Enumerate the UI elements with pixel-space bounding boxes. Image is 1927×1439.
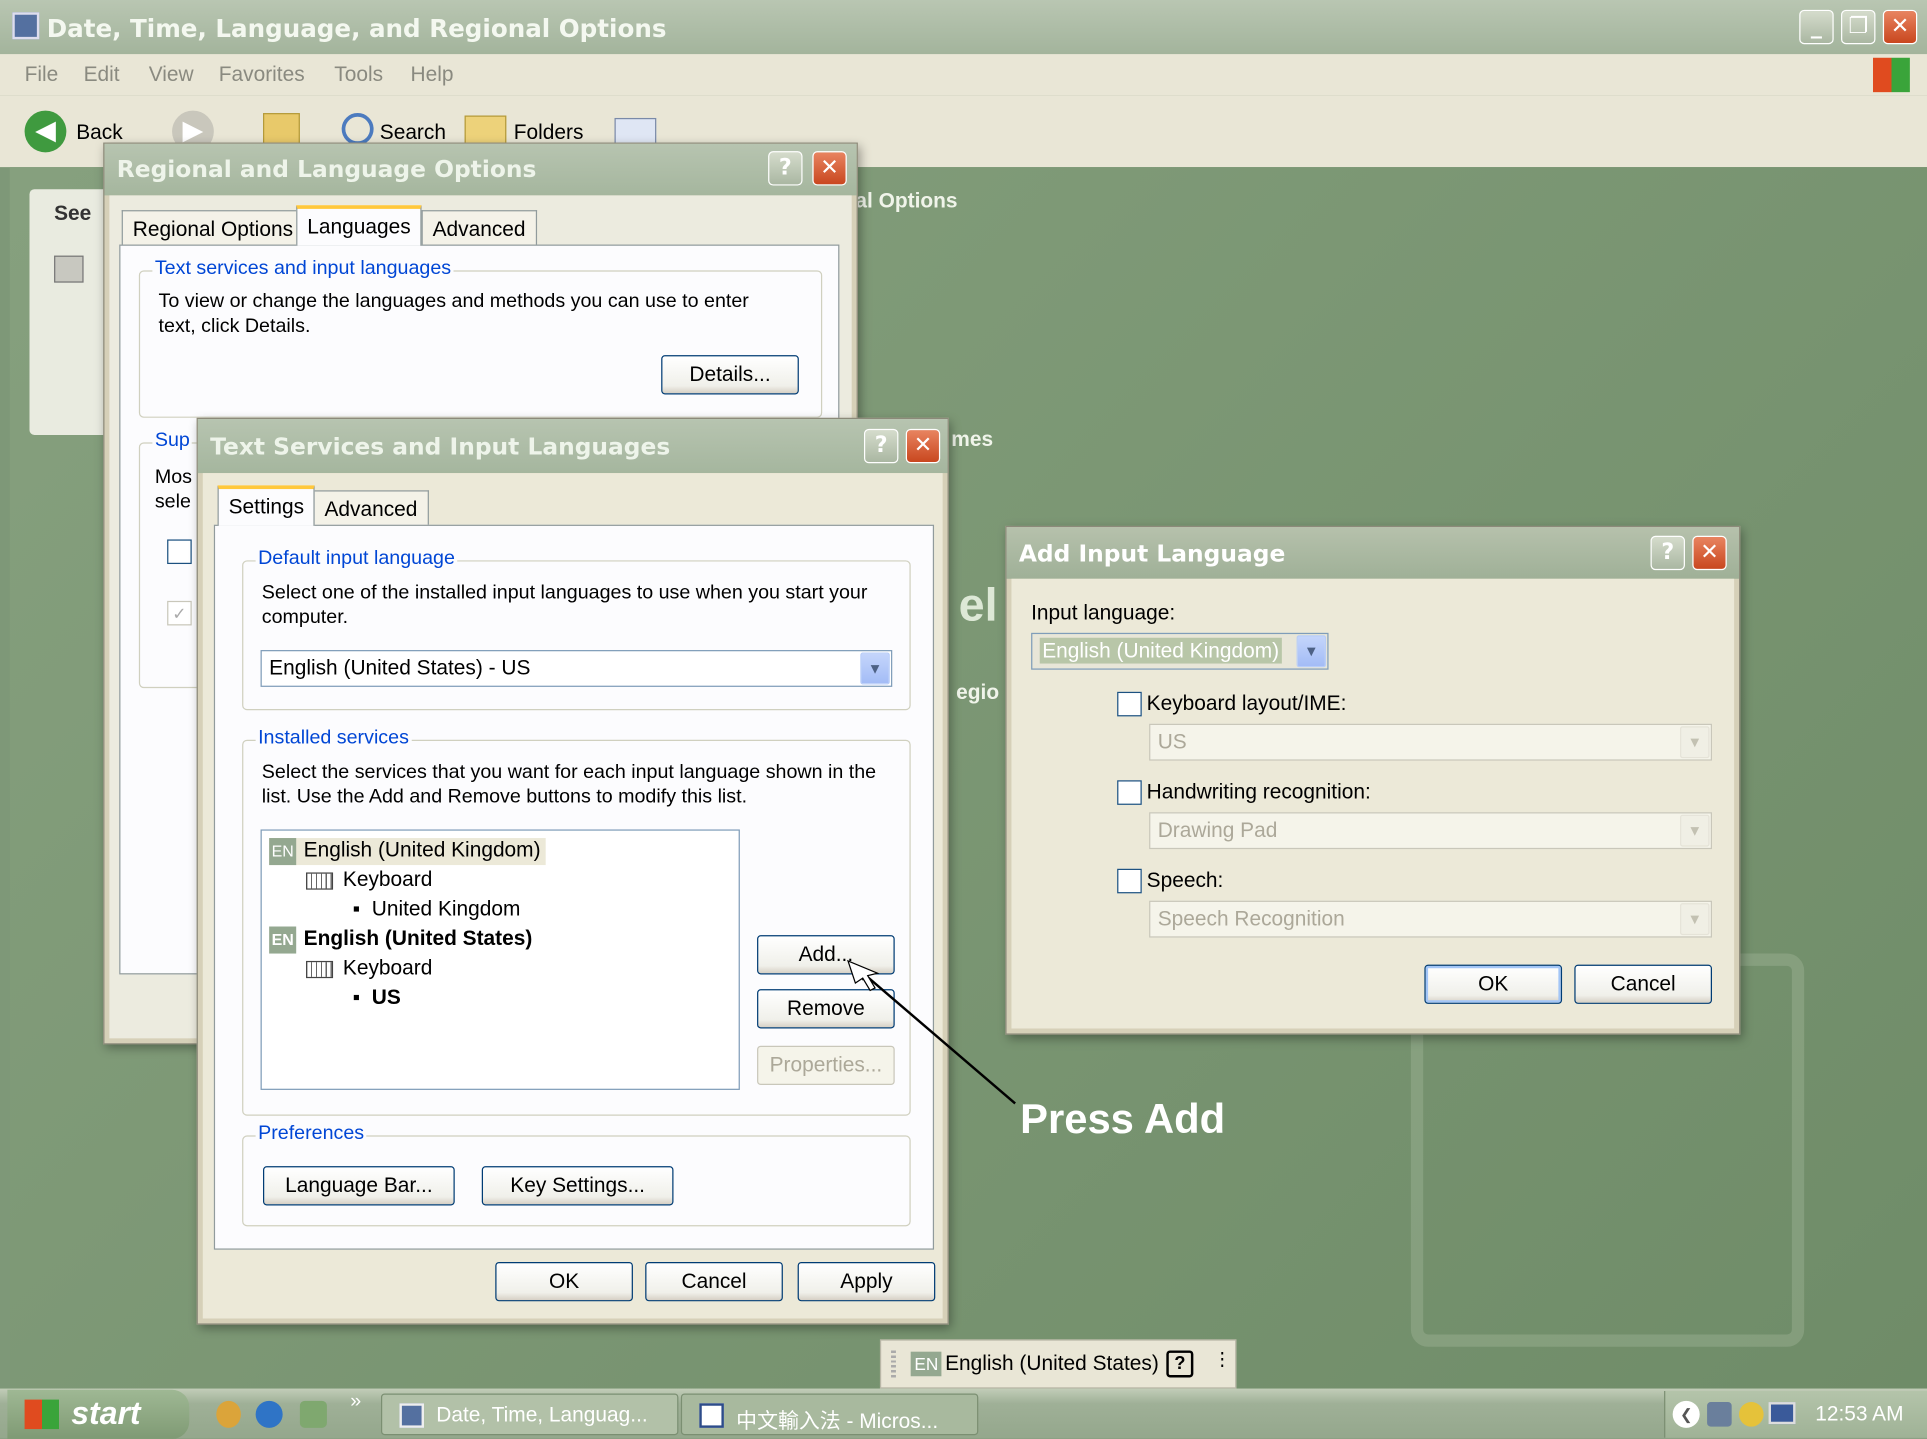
taskbar-task-explorer-label: Date, Time, Languag... bbox=[436, 1403, 648, 1427]
start-label: start bbox=[71, 1394, 141, 1432]
tab-languages[interactable]: Languages bbox=[296, 205, 422, 246]
language-bar-label[interactable]: English (United States) bbox=[945, 1352, 1159, 1377]
annotation-label: Press Add bbox=[1020, 1096, 1226, 1143]
folder-icon bbox=[399, 1403, 425, 1428]
taskbar-task-word[interactable]: 中文輸入法 - Micros... bbox=[680, 1393, 979, 1436]
taskbar-task-word-label: 中文輸入法 - Micros... bbox=[736, 1409, 939, 1433]
tab-settings[interactable]: Settings bbox=[217, 485, 316, 526]
help-icon[interactable]: ? bbox=[1166, 1350, 1194, 1378]
monitor-icon[interactable] bbox=[1768, 1402, 1796, 1425]
start-button[interactable]: start bbox=[7, 1389, 190, 1439]
system-tray: ❮ 12:53 AM bbox=[1664, 1391, 1927, 1438]
annotation-arrow bbox=[847, 959, 1016, 1105]
desktop: Date, Time, Language, and Regional Optio… bbox=[0, 0, 1927, 1439]
options-icon[interactable]: ⋮ bbox=[1213, 1348, 1231, 1370]
ie-icon[interactable] bbox=[255, 1400, 283, 1428]
tools-icon[interactable] bbox=[299, 1400, 327, 1428]
messenger-icon[interactable] bbox=[216, 1400, 241, 1428]
tray-expand-icon[interactable]: ❮ bbox=[1672, 1400, 1700, 1428]
windows-flag-icon bbox=[24, 1399, 59, 1430]
taskbar: start » Date, Time, Languag... 中文輸入法 - M… bbox=[0, 1388, 1927, 1439]
network-icon[interactable] bbox=[1739, 1402, 1764, 1427]
volume-icon[interactable] bbox=[1707, 1402, 1732, 1427]
taskbar-task-explorer[interactable]: Date, Time, Languag... bbox=[380, 1393, 679, 1436]
arrow-line bbox=[859, 969, 1016, 1105]
clock[interactable]: 12:53 AM bbox=[1815, 1402, 1903, 1427]
chevron-right-icon[interactable]: » bbox=[350, 1391, 361, 1413]
word-doc-icon bbox=[699, 1403, 724, 1428]
language-bar[interactable]: EN English (United States) ? ⋮ bbox=[879, 1339, 1237, 1389]
language-bar-badge[interactable]: EN bbox=[910, 1351, 942, 1377]
grip-icon[interactable] bbox=[891, 1350, 896, 1378]
mouse-cursor-icon bbox=[847, 959, 880, 992]
